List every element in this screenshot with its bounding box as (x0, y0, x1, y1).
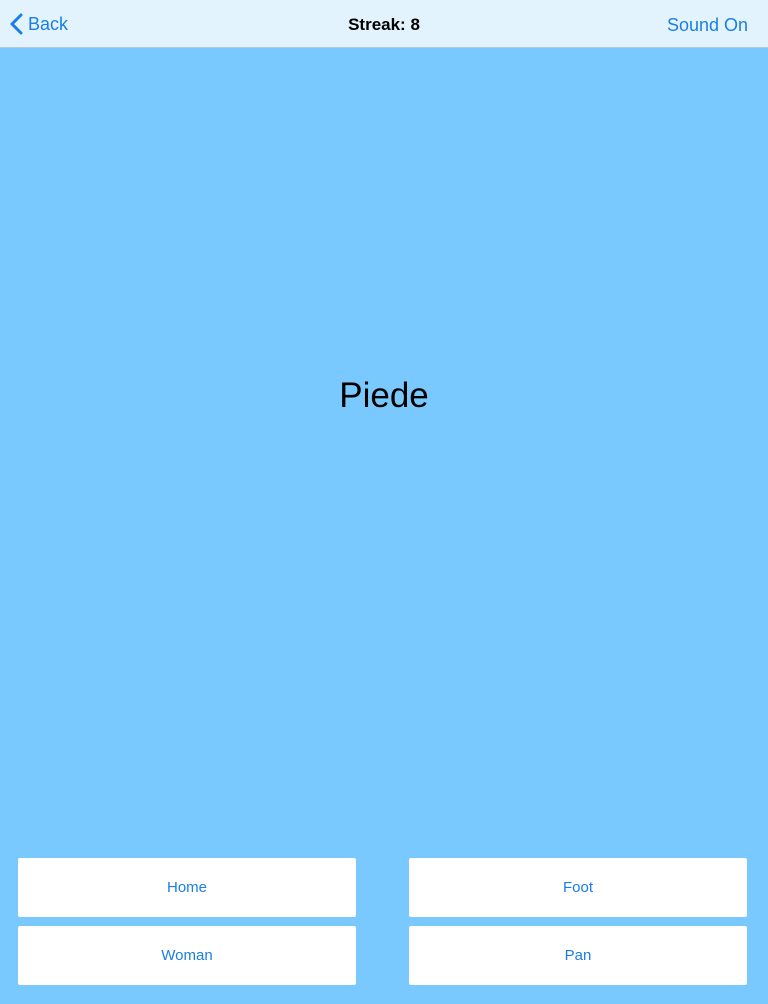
answer-button-foot[interactable]: Foot (409, 858, 747, 917)
quiz-word: Piede (339, 376, 429, 415)
sound-toggle-button[interactable]: Sound On (667, 0, 748, 48)
navigation-bar: Back Streak: 8 Sound On (0, 0, 768, 48)
answer-button-woman[interactable]: Woman (18, 926, 356, 985)
back-button[interactable]: Back (10, 0, 68, 48)
chevron-left-icon (10, 13, 23, 35)
streak-title: Streak: 8 (348, 15, 420, 34)
answer-button-home[interactable]: Home (18, 858, 356, 917)
back-label: Back (28, 13, 69, 34)
answer-button-pan[interactable]: Pan (409, 926, 747, 985)
